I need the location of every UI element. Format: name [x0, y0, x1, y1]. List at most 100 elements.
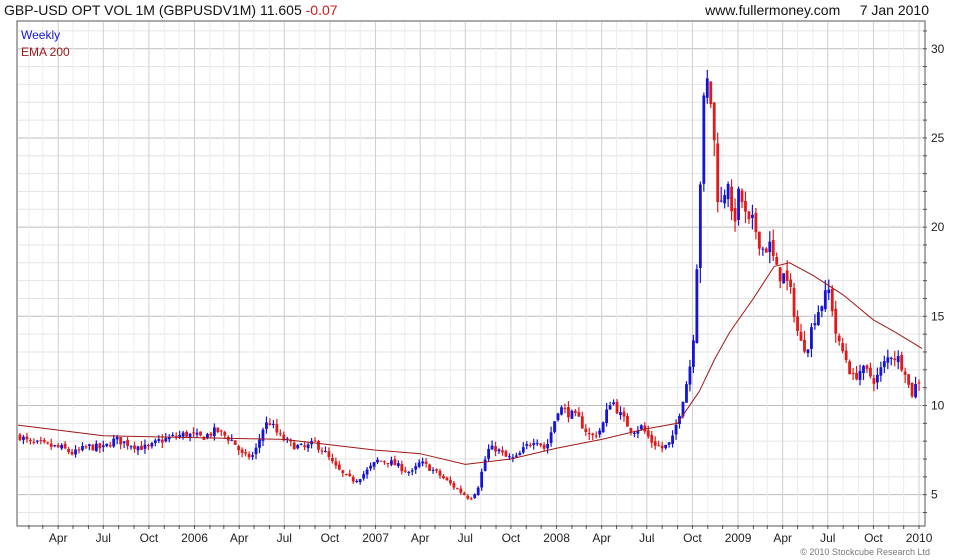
legend-weekly: Weekly [21, 28, 60, 42]
y-tick-label: 10 [931, 398, 945, 412]
weekly-bar-body [768, 241, 772, 253]
weekly-bar-body [556, 413, 560, 421]
x-tick-label: Apr [230, 531, 249, 545]
weekly-bar-body [459, 488, 463, 493]
x-tick-label: Oct [140, 531, 159, 545]
weekly-bar-body [910, 382, 914, 397]
weekly-bar-body [726, 183, 730, 200]
weekly-bar-body [334, 461, 338, 466]
weekly-bar-body [893, 358, 897, 361]
weekly-bar-body [143, 444, 147, 449]
weekly-bar-body [594, 435, 598, 437]
weekly-bar-body [737, 188, 740, 220]
weekly-bar-body [22, 436, 25, 440]
weekly-bar-body [351, 476, 355, 482]
weekly-bar-body [827, 289, 831, 294]
weekly-bar-body [490, 445, 494, 450]
y-tick-label: 30 [931, 42, 945, 56]
weekly-bar-body [421, 461, 425, 464]
weekly-bar-body [383, 461, 386, 463]
weekly-bar-body [580, 416, 584, 429]
y-tick-label: 20 [931, 220, 945, 234]
weekly-bar-body [841, 342, 845, 352]
weekly-bar-body [504, 451, 508, 457]
price-chart: 5 10 15 20 25 30 Apr Jul Oct 2006 Apr Jul Oct 2007 Ap… [0, 0, 980, 560]
weekly-bar-body [528, 444, 532, 446]
weekly-bar-body [108, 445, 112, 447]
weekly-bar-body [473, 494, 477, 498]
weekly-bar-body [299, 444, 303, 446]
weekly-bar-body [455, 488, 459, 490]
weekly-bar-body [199, 431, 202, 436]
weekly-bar-body [830, 288, 834, 312]
weekly-bar-body [563, 407, 567, 409]
weekly-bar-body [56, 445, 60, 448]
weekly-bar-body [740, 190, 744, 203]
legend-ema: EMA 200 [21, 45, 70, 59]
weekly-bar-body [889, 357, 893, 359]
weekly-bar-body [313, 440, 317, 442]
weekly-bar-body [188, 433, 192, 437]
weekly-bar-body [94, 443, 98, 452]
x-tick-label: Jul [639, 531, 654, 545]
weekly-bar-body [88, 444, 91, 446]
weekly-bar-body [84, 446, 88, 448]
weekly-bar-body [254, 447, 258, 455]
x-tick-label: Oct [864, 531, 883, 545]
weekly-bar-body [185, 431, 189, 437]
weekly-bar-body [577, 412, 581, 417]
weekly-bar-body [567, 407, 570, 418]
chart-header: GBP-USD OPT VOL 1M (GBPUSDV1M) 11.605 -0… [4, 0, 929, 20]
weekly-bar-body [306, 444, 310, 449]
weekly-bar-body [251, 455, 254, 457]
weekly-bar-body [671, 435, 674, 444]
weekly-bar-body [553, 421, 556, 432]
weekly-bar-body [171, 435, 175, 437]
weekly-bar-body [501, 450, 504, 453]
weekly-bar-body [369, 465, 372, 469]
weekly-bar-body [719, 200, 723, 202]
last-value: 11.605 [259, 2, 302, 18]
weekly-bar-body [181, 432, 185, 437]
weekly-bar-body [667, 442, 671, 445]
x-tick-label: Jul [96, 531, 111, 545]
weekly-bar-body [70, 451, 74, 455]
weekly-bar-body [18, 434, 22, 440]
weekly-bar-body [25, 436, 29, 440]
weekly-bar-body [452, 483, 456, 488]
weekly-bar-body [240, 449, 244, 453]
weekly-bar-body [733, 208, 737, 222]
weekly-bar-body [598, 430, 602, 435]
weekly-bar-body [619, 412, 622, 415]
x-tick-label: 2009 [725, 531, 752, 545]
weekly-bar-body [903, 371, 907, 375]
weekly-bar-body [63, 443, 67, 449]
weekly-bar-body [615, 401, 619, 414]
weekly-bar-body [712, 102, 716, 141]
y-tick-label: 25 [931, 131, 945, 145]
weekly-bar-body [303, 445, 307, 448]
weekly-bar-body [46, 442, 50, 444]
weekly-bar-body [813, 323, 817, 326]
x-tick-label: Apr [49, 531, 68, 545]
weekly-bar-body [417, 462, 421, 467]
weekly-bar-body [136, 446, 140, 451]
weekly-bar-body [77, 449, 81, 451]
weekly-bar-body [688, 366, 692, 385]
weekly-bar-body [834, 308, 838, 334]
weekly-bar-body [244, 452, 248, 454]
weekly-bar-body [164, 438, 168, 442]
weekly-bar-body [792, 287, 796, 317]
x-tick-label: 2006 [181, 531, 208, 545]
weekly-bar-body [122, 441, 126, 444]
x-tick-label: Jul [458, 531, 473, 545]
x-tick-label: Jul [820, 531, 835, 545]
weekly-bar-body [518, 452, 522, 456]
weekly-bar-body [386, 462, 390, 464]
weekly-bar-body [764, 248, 768, 253]
weekly-bar-body [587, 433, 591, 435]
weekly-bar-body [914, 384, 917, 398]
weekly-bar-body [848, 361, 852, 375]
weekly-bar-body [435, 469, 438, 471]
weekly-bar-body [153, 440, 157, 443]
